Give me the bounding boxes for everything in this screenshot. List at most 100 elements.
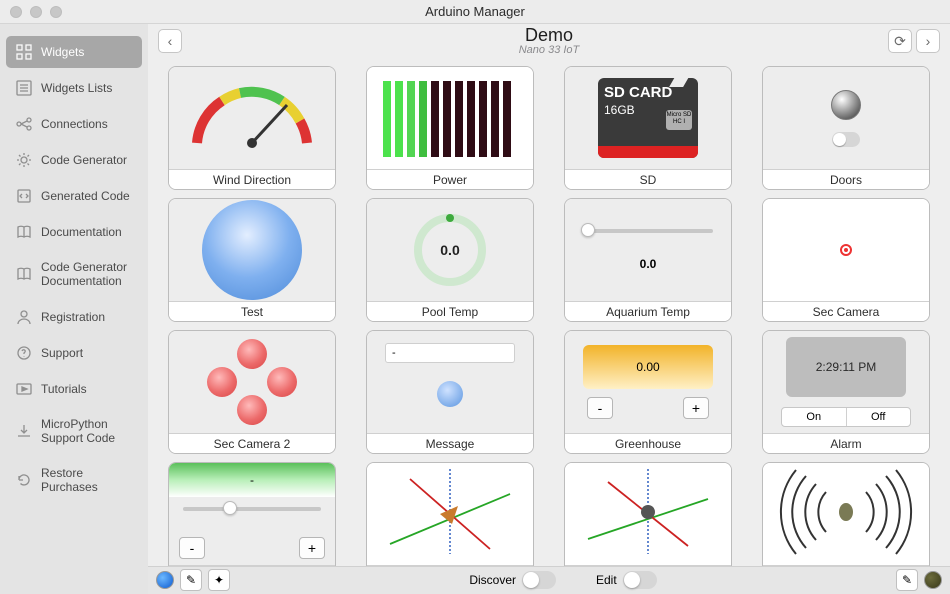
widget-sd[interactable]: SD CARD 16GB Micro SD HC I SD xyxy=(564,66,732,190)
widget-doors[interactable]: Doors xyxy=(762,66,930,190)
value-display: - xyxy=(169,463,335,497)
widget-label: SD xyxy=(565,169,731,189)
widget-pool-temp[interactable]: 0.0 Pool Temp xyxy=(366,198,534,322)
widget-alarm[interactable]: 2:29:11 PM On Off Alarm xyxy=(762,330,930,454)
chevron-left-icon: ‹ xyxy=(168,33,173,49)
book-icon xyxy=(16,224,32,240)
sidebar-item-micropython[interactable]: MicroPython Support Code xyxy=(6,409,142,454)
sidebar-item-label: Connections xyxy=(41,117,108,131)
eyedropper2-button[interactable]: ✎ xyxy=(896,569,918,591)
sidebar-item-support[interactable]: Support xyxy=(6,337,142,369)
edit-switch[interactable] xyxy=(623,571,657,589)
widget-greenhouse-2[interactable]: - - + Greenhouse xyxy=(168,462,336,566)
clock-display: 2:29:11 PM xyxy=(786,337,906,397)
sidebar-item-tutorials[interactable]: Tutorials xyxy=(6,373,142,405)
widget-acc[interactable]: Acc xyxy=(564,462,732,566)
value-display: 0.00 xyxy=(583,345,713,389)
window-title: Arduino Manager xyxy=(425,4,525,19)
sdcard-icon: SD CARD 16GB Micro SD HC I xyxy=(598,78,698,158)
page-header: ‹ Demo Nano 33 IoT ⟳ › xyxy=(148,24,950,58)
sidebar-item-label: Code Generator xyxy=(41,153,127,167)
edit-label: Edit xyxy=(596,573,617,587)
widget-label: Test xyxy=(169,301,335,321)
support-icon xyxy=(16,345,32,361)
play-icon xyxy=(16,381,32,397)
acc-plot-icon xyxy=(578,464,718,564)
sidebar-item-label: Code Generator Documentation xyxy=(41,260,132,289)
widget-message[interactable]: - Message xyxy=(366,330,534,454)
sidebar-item-code-generator[interactable]: Code Generator xyxy=(6,144,142,176)
widget-sec-camera-2[interactable]: Sec Camera 2 xyxy=(168,330,336,454)
grid-icon xyxy=(16,44,32,60)
wand-icon: ✦ xyxy=(214,573,224,587)
gh-slider[interactable] xyxy=(183,507,321,511)
next-button[interactable]: › xyxy=(916,29,940,53)
send-button[interactable] xyxy=(437,381,463,407)
sidebar-item-generated-code[interactable]: Generated Code xyxy=(6,180,142,212)
plus-button[interactable]: + xyxy=(299,537,325,559)
eyedropper-button[interactable]: ✎ xyxy=(180,569,202,591)
widget-greenhouse[interactable]: 0.00 - + Greenhouse xyxy=(564,330,732,454)
sidebar-item-widgets[interactable]: Widgets xyxy=(6,36,142,68)
discover-switch[interactable] xyxy=(522,571,556,589)
page-title: Demo xyxy=(519,26,580,44)
sidebar-item-registration[interactable]: Registration xyxy=(6,301,142,333)
footer-toolbar: ✎ ✦ Discover Edit ✎ xyxy=(148,566,950,594)
temp-slider[interactable] xyxy=(583,229,713,233)
sidebar-item-codegen-docs[interactable]: Code Generator Documentation xyxy=(6,252,142,297)
widget-label: Sec Camera xyxy=(763,301,929,321)
user-icon xyxy=(16,309,32,325)
window-titlebar: Arduino Manager xyxy=(0,0,950,24)
widget-label: Doors xyxy=(763,169,929,189)
widget-power[interactable]: Power xyxy=(366,66,534,190)
plus-button[interactable]: + xyxy=(683,397,709,419)
gauge-icon xyxy=(182,83,322,153)
indicator-icon xyxy=(202,200,302,300)
sd-chip: Micro SD HC I xyxy=(666,110,692,130)
window-controls[interactable] xyxy=(10,6,62,18)
ring-gauge-icon: 0.0 xyxy=(405,205,495,295)
download-icon xyxy=(16,423,32,439)
sidebar: Widgets Widgets Lists Connections Code G… xyxy=(0,24,148,594)
record-icon xyxy=(840,244,852,256)
sphere-icon xyxy=(831,90,861,120)
list-icon xyxy=(16,80,32,96)
widget-gyro[interactable]: Gyro xyxy=(366,462,534,566)
eyedropper-icon: ✎ xyxy=(186,573,196,587)
book-icon xyxy=(16,266,32,282)
code-icon xyxy=(16,188,32,204)
sidebar-item-restore[interactable]: Restore Purchases xyxy=(6,458,142,503)
sidebar-item-connections[interactable]: Connections xyxy=(6,108,142,140)
widget-wind-direction[interactable]: Wind Direction xyxy=(168,66,336,190)
widget-aquarium-temp[interactable]: 0.0 Aquarium Temp xyxy=(564,198,732,322)
sidebar-item-label: Restore Purchases xyxy=(41,466,132,495)
wand-button[interactable]: ✦ xyxy=(208,569,230,591)
widget-label: Greenhouse xyxy=(565,433,731,453)
widget-sec-camera[interactable]: Sec Camera xyxy=(762,198,930,322)
alarm-toggle[interactable]: On Off xyxy=(781,407,911,427)
sonar-icon xyxy=(771,464,921,564)
sidebar-item-label: Support xyxy=(41,346,83,360)
bars-icon xyxy=(375,73,525,163)
message-input[interactable]: - xyxy=(385,343,515,363)
dpad-up[interactable] xyxy=(237,339,267,369)
off-option[interactable]: Off xyxy=(847,408,911,426)
sidebar-item-label: Documentation xyxy=(41,225,122,239)
sidebar-item-documentation[interactable]: Documentation xyxy=(6,216,142,248)
refresh-button[interactable]: ⟳ xyxy=(888,29,912,53)
on-option[interactable]: On xyxy=(782,408,847,426)
widget-label: Sec Camera 2 xyxy=(169,433,335,453)
chevron-right-icon: › xyxy=(926,33,931,49)
door-switch[interactable] xyxy=(832,132,860,147)
dpad-down[interactable] xyxy=(237,395,267,425)
minus-button[interactable]: - xyxy=(587,397,613,419)
refresh-icon: ⟳ xyxy=(894,33,906,50)
dpad-right[interactable] xyxy=(267,367,297,397)
widget-test[interactable]: Test xyxy=(168,198,336,322)
minus-button[interactable]: - xyxy=(179,537,205,559)
prev-button[interactable]: ‹ xyxy=(158,29,182,53)
widget-garage[interactable]: Garage xyxy=(762,462,930,566)
dpad-left[interactable] xyxy=(207,367,237,397)
sidebar-item-widgets-lists[interactable]: Widgets Lists xyxy=(6,72,142,104)
sidebar-item-label: Tutorials xyxy=(41,382,87,396)
